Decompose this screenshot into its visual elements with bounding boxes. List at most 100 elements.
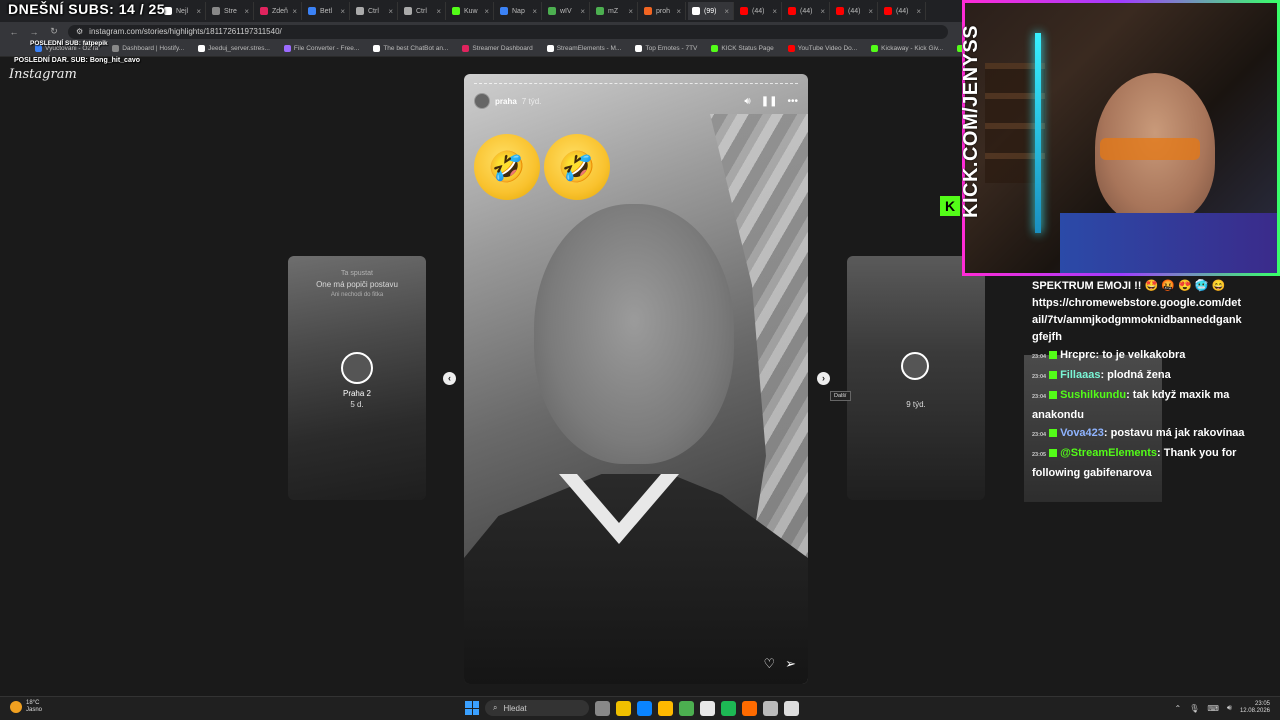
bookmark-item[interactable]: YouTube Video Do...	[783, 45, 862, 52]
story-username[interactable]: praha	[495, 97, 517, 106]
taskbar-app-icon[interactable]	[784, 700, 799, 716]
browser-tab[interactable]: (44) ×	[736, 2, 782, 20]
clock[interactable]: 23:05 12.08.2026	[1240, 701, 1270, 715]
bookmark-label: StreamElements - M...	[556, 45, 622, 52]
taskbar-app-icon[interactable]	[616, 700, 631, 716]
close-tab-icon[interactable]: ×	[580, 7, 585, 16]
browser-tab[interactable]: (44) ×	[832, 2, 878, 20]
chat-username[interactable]: Sushilkundu	[1060, 389, 1126, 401]
chat-username[interactable]: @StreamElements	[1060, 447, 1157, 459]
weather-widget[interactable]: 18°C Jasno	[10, 700, 42, 714]
story-avatar[interactable]	[474, 93, 490, 109]
browser-tab[interactable]: proh ×	[640, 2, 686, 20]
windows-start-icon[interactable]	[465, 701, 479, 715]
bookmark-label: Dashboard | Hostify...	[122, 45, 185, 52]
like-heart-icon[interactable]: ♡	[763, 656, 775, 672]
volume-tray-icon[interactable]: 🔊︎	[1227, 703, 1232, 713]
taskbar-app-icon[interactable]	[700, 700, 715, 716]
bookmark-item[interactable]: Streamer Dashboard	[457, 45, 537, 52]
url-field[interactable]: ⚙ instagram.com/stories/highlights/18117…	[68, 24, 948, 39]
bookmark-item[interactable]: File Converter - Free...	[279, 45, 364, 52]
share-send-icon[interactable]: ➢	[785, 656, 796, 672]
taskbar-app-icon[interactable]	[595, 700, 610, 716]
close-tab-icon[interactable]: ×	[532, 7, 537, 16]
moon-weather-icon	[10, 701, 22, 713]
bookmark-item[interactable]: KICK Status Page	[706, 45, 778, 52]
browser-tab[interactable]: (99) ×	[688, 2, 734, 20]
close-tab-icon[interactable]: ×	[244, 7, 249, 16]
webcam-glasses	[1100, 138, 1200, 160]
story-viewer[interactable]: praha 7 týd. 🔊︎ ❚❚ ••• 🤣 🤣 ♡ ➢	[464, 74, 808, 684]
taskbar-app-icon[interactable]	[658, 700, 673, 716]
close-tab-icon[interactable]: ×	[292, 7, 297, 16]
site-info-icon[interactable]: ⚙	[76, 27, 83, 36]
prev-story-preview[interactable]: Ta spustat One má popiči postavu Ani nec…	[288, 256, 426, 500]
browser-tab[interactable]: Ctrl ×	[400, 2, 446, 20]
prev-story-avatar	[341, 352, 373, 384]
browser-tab[interactable]: (44) ×	[880, 2, 926, 20]
close-tab-icon[interactable]: ×	[628, 7, 633, 16]
chat-username[interactable]: Fillaaas	[1060, 369, 1100, 381]
instagram-logo[interactable]: Instagram	[9, 67, 77, 82]
pause-icon[interactable]: ❚❚	[761, 96, 778, 107]
close-tab-icon[interactable]: ×	[724, 7, 729, 16]
prev-arrow-icon[interactable]: ‹	[443, 372, 456, 385]
taskbar-app-icon[interactable]	[637, 700, 652, 716]
browser-tab[interactable]: (44) ×	[784, 2, 830, 20]
taskbar-app-icon[interactable]	[742, 700, 757, 716]
close-tab-icon[interactable]: ×	[820, 7, 825, 16]
close-tab-icon[interactable]: ×	[676, 7, 681, 16]
close-tab-icon[interactable]: ×	[484, 7, 489, 16]
chat-promo-title: SPEKTRUM EMOJI !! 🤩 🤬 😍 🥶 😄	[1032, 280, 1226, 292]
bookmark-label: Kickaway - Kick Giv...	[881, 45, 944, 52]
close-tab-icon[interactable]: ×	[916, 7, 921, 16]
forward-icon[interactable]: →	[28, 27, 40, 37]
browser-tab[interactable]: wIV ×	[544, 2, 590, 20]
browser-tab[interactable]: Nap ×	[496, 2, 542, 20]
tab-favicon-icon	[596, 7, 604, 15]
browser-tab[interactable]: Kuw ×	[448, 2, 494, 20]
bookmark-item[interactable]: Kickaway - Kick Giv...	[866, 45, 948, 52]
bookmark-item[interactable]: The best ChatBot an...	[368, 45, 453, 52]
close-tab-icon[interactable]: ×	[868, 7, 873, 16]
browser-tab[interactable]: Nejl ×	[160, 2, 206, 20]
bookmark-item[interactable]: Top Emotes - 7TV	[630, 45, 702, 52]
bookmark-item[interactable]: StreamElements - M...	[542, 45, 627, 52]
back-icon[interactable]: ←	[8, 27, 20, 37]
close-tab-icon[interactable]: ×	[196, 7, 201, 16]
bookmark-label: Top Emotes - 7TV	[645, 45, 698, 52]
reload-icon[interactable]: ↻	[48, 26, 60, 37]
more-options-icon[interactable]: •••	[787, 96, 798, 107]
clock-time: 23:05	[1254, 701, 1270, 707]
chat-username[interactable]: Hrcprc	[1060, 349, 1095, 361]
taskbar-apps: ⌕ Hledat	[465, 700, 799, 716]
close-tab-icon[interactable]: ×	[772, 7, 777, 16]
tab-favicon-icon	[644, 7, 652, 15]
browser-tab[interactable]: Betl ×	[304, 2, 350, 20]
close-tab-icon[interactable]: ×	[340, 7, 345, 16]
close-tab-icon[interactable]: ×	[388, 7, 393, 16]
close-tab-icon[interactable]: ×	[436, 7, 441, 16]
taskbar-app-icon[interactable]	[679, 700, 694, 716]
tab-label: Betl	[320, 7, 333, 15]
rofl-emoji-sticker: 🤣	[544, 134, 610, 200]
bookmark-item[interactable]: Jeeduj_server.stres...	[193, 45, 275, 52]
chat-username[interactable]: Vova423	[1060, 427, 1104, 439]
kick-badge-icon	[1049, 429, 1058, 438]
next-story-preview[interactable]: 9 týd.	[847, 256, 985, 500]
chat-timestamp: 23:04	[1032, 394, 1047, 400]
taskbar-search[interactable]: ⌕ Hledat	[485, 700, 589, 716]
browser-tab[interactable]: Ctrl ×	[352, 2, 398, 20]
browser-tab[interactable]: Stre ×	[208, 2, 254, 20]
bookmark-item[interactable]: Dashboard | Hostify...	[107, 45, 189, 52]
microphone-icon[interactable]: 🎙︎	[1189, 704, 1199, 713]
browser-tab[interactable]: Zdeň ×	[256, 2, 302, 20]
browser-tab[interactable]: mZ ×	[592, 2, 638, 20]
webcam-led-strip	[1035, 33, 1041, 233]
taskbar-app-icon[interactable]	[721, 700, 736, 716]
volume-icon[interactable]: 🔊︎	[744, 96, 750, 107]
next-arrow-icon[interactable]: ›	[817, 372, 830, 385]
taskbar-app-icon[interactable]	[763, 700, 778, 716]
tray-chevron-icon[interactable]: ⌃	[1175, 704, 1182, 713]
network-icon[interactable]: ⌨	[1207, 704, 1219, 713]
